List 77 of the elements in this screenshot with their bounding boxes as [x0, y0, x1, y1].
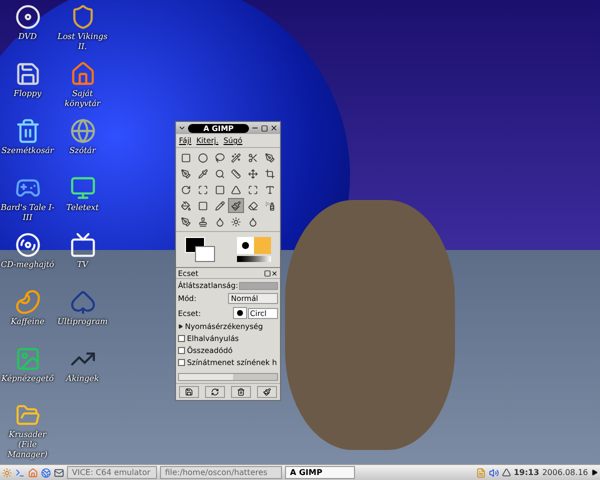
icon-label[interactable]: Lost Vikings II.: [55, 32, 110, 52]
monitor-icon[interactable]: [70, 175, 96, 201]
horizontal-scrollbar[interactable]: [178, 373, 278, 381]
move-icon: [248, 168, 258, 178]
icon-label[interactable]: Saját könyvtár: [55, 89, 110, 109]
eraser-icon: [248, 200, 258, 210]
zoom-icon: [214, 168, 225, 178]
wand-icon: [231, 152, 242, 162]
close-icon[interactable]: [271, 270, 278, 276]
square-icon: [214, 184, 225, 194]
icon-label[interactable]: Szótár: [55, 146, 110, 156]
pencil-icon: [214, 200, 225, 210]
expander-icon[interactable]: [178, 324, 183, 329]
bucket-icon: [180, 200, 191, 210]
pen-icon: [265, 152, 276, 162]
icon-label[interactable]: Ultiprogram: [55, 317, 110, 327]
lasso-icon: [214, 152, 225, 162]
terminal-icon[interactable]: [15, 468, 25, 478]
floppy-icon[interactable]: [14, 61, 40, 87]
tv-icon[interactable]: [70, 232, 96, 258]
crop-icon: [265, 168, 276, 178]
droplet-icon: [214, 216, 225, 226]
stamp-icon: [198, 216, 208, 226]
tool-button[interactable]: [228, 198, 244, 213]
globe-icon[interactable]: [41, 468, 51, 478]
text-icon: [265, 184, 276, 194]
delete-button[interactable]: [231, 386, 251, 398]
scissors-icon: [248, 152, 258, 162]
clipboard-icon[interactable]: [476, 468, 486, 478]
disc-icon[interactable]: [14, 232, 40, 258]
globe-icon[interactable]: [70, 118, 96, 144]
icon-label[interactable]: Kaffeine: [0, 317, 55, 327]
close-icon[interactable]: [270, 124, 278, 132]
restore-button[interactable]: [205, 386, 225, 398]
speaker-icon[interactable]: [488, 468, 499, 478]
rotate-icon: [180, 184, 191, 194]
clock-date: 2006.08.16: [542, 466, 588, 478]
icon-label[interactable]: Floppy: [0, 89, 55, 99]
icon-label[interactable]: DVD: [0, 32, 55, 42]
task-button[interactable]: file:/home/oscon/hatteres: [160, 466, 282, 479]
icon-label[interactable]: Képnézegető: [0, 374, 55, 384]
icon-label[interactable]: Krusader (File Manager): [0, 430, 55, 460]
house-icon[interactable]: [28, 468, 38, 478]
checkbox[interactable]: [178, 347, 185, 354]
icon-label[interactable]: Teletext: [55, 203, 110, 213]
clock-time: 19:13: [514, 466, 540, 478]
circle-icon: [198, 152, 208, 162]
triangle-icon: [231, 184, 242, 194]
icon-label[interactable]: CD-meghajtó: [0, 260, 55, 270]
pipette-icon: [198, 168, 208, 178]
icon-label[interactable]: Szemétkosár: [0, 146, 55, 156]
refresh-icon: [211, 388, 219, 396]
trash-icon[interactable]: [14, 118, 40, 144]
icon-label[interactable]: TV: [55, 260, 110, 270]
reset-button[interactable]: [257, 386, 277, 398]
checkbox[interactable]: [178, 335, 185, 342]
brush-icon: [263, 388, 271, 396]
icon-label[interactable]: Akingek: [55, 374, 110, 384]
disc-icon[interactable]: [14, 4, 40, 30]
brush-button[interactable]: [233, 307, 247, 319]
mail-icon[interactable]: [54, 468, 64, 478]
detach-icon[interactable]: [264, 270, 271, 276]
pen-icon: [180, 168, 191, 178]
floppy-icon: [185, 388, 193, 396]
brush-icon: [231, 200, 242, 210]
brush-preview[interactable]: [237, 236, 271, 262]
house-icon[interactable]: [70, 61, 96, 87]
icon-label[interactable]: Bard's Tale I-III: [0, 203, 55, 223]
task-button[interactable]: VICE: C64 emulator: [67, 466, 157, 479]
ruler-icon: [231, 168, 242, 178]
maximize-icon[interactable]: [261, 124, 268, 132]
task-button[interactable]: A GIMP: [285, 466, 355, 479]
square-icon: [180, 152, 191, 162]
arrow-icon[interactable]: [591, 469, 598, 476]
trash-icon: [237, 388, 245, 396]
save-button[interactable]: [179, 386, 199, 398]
checkbox[interactable]: [178, 359, 185, 366]
